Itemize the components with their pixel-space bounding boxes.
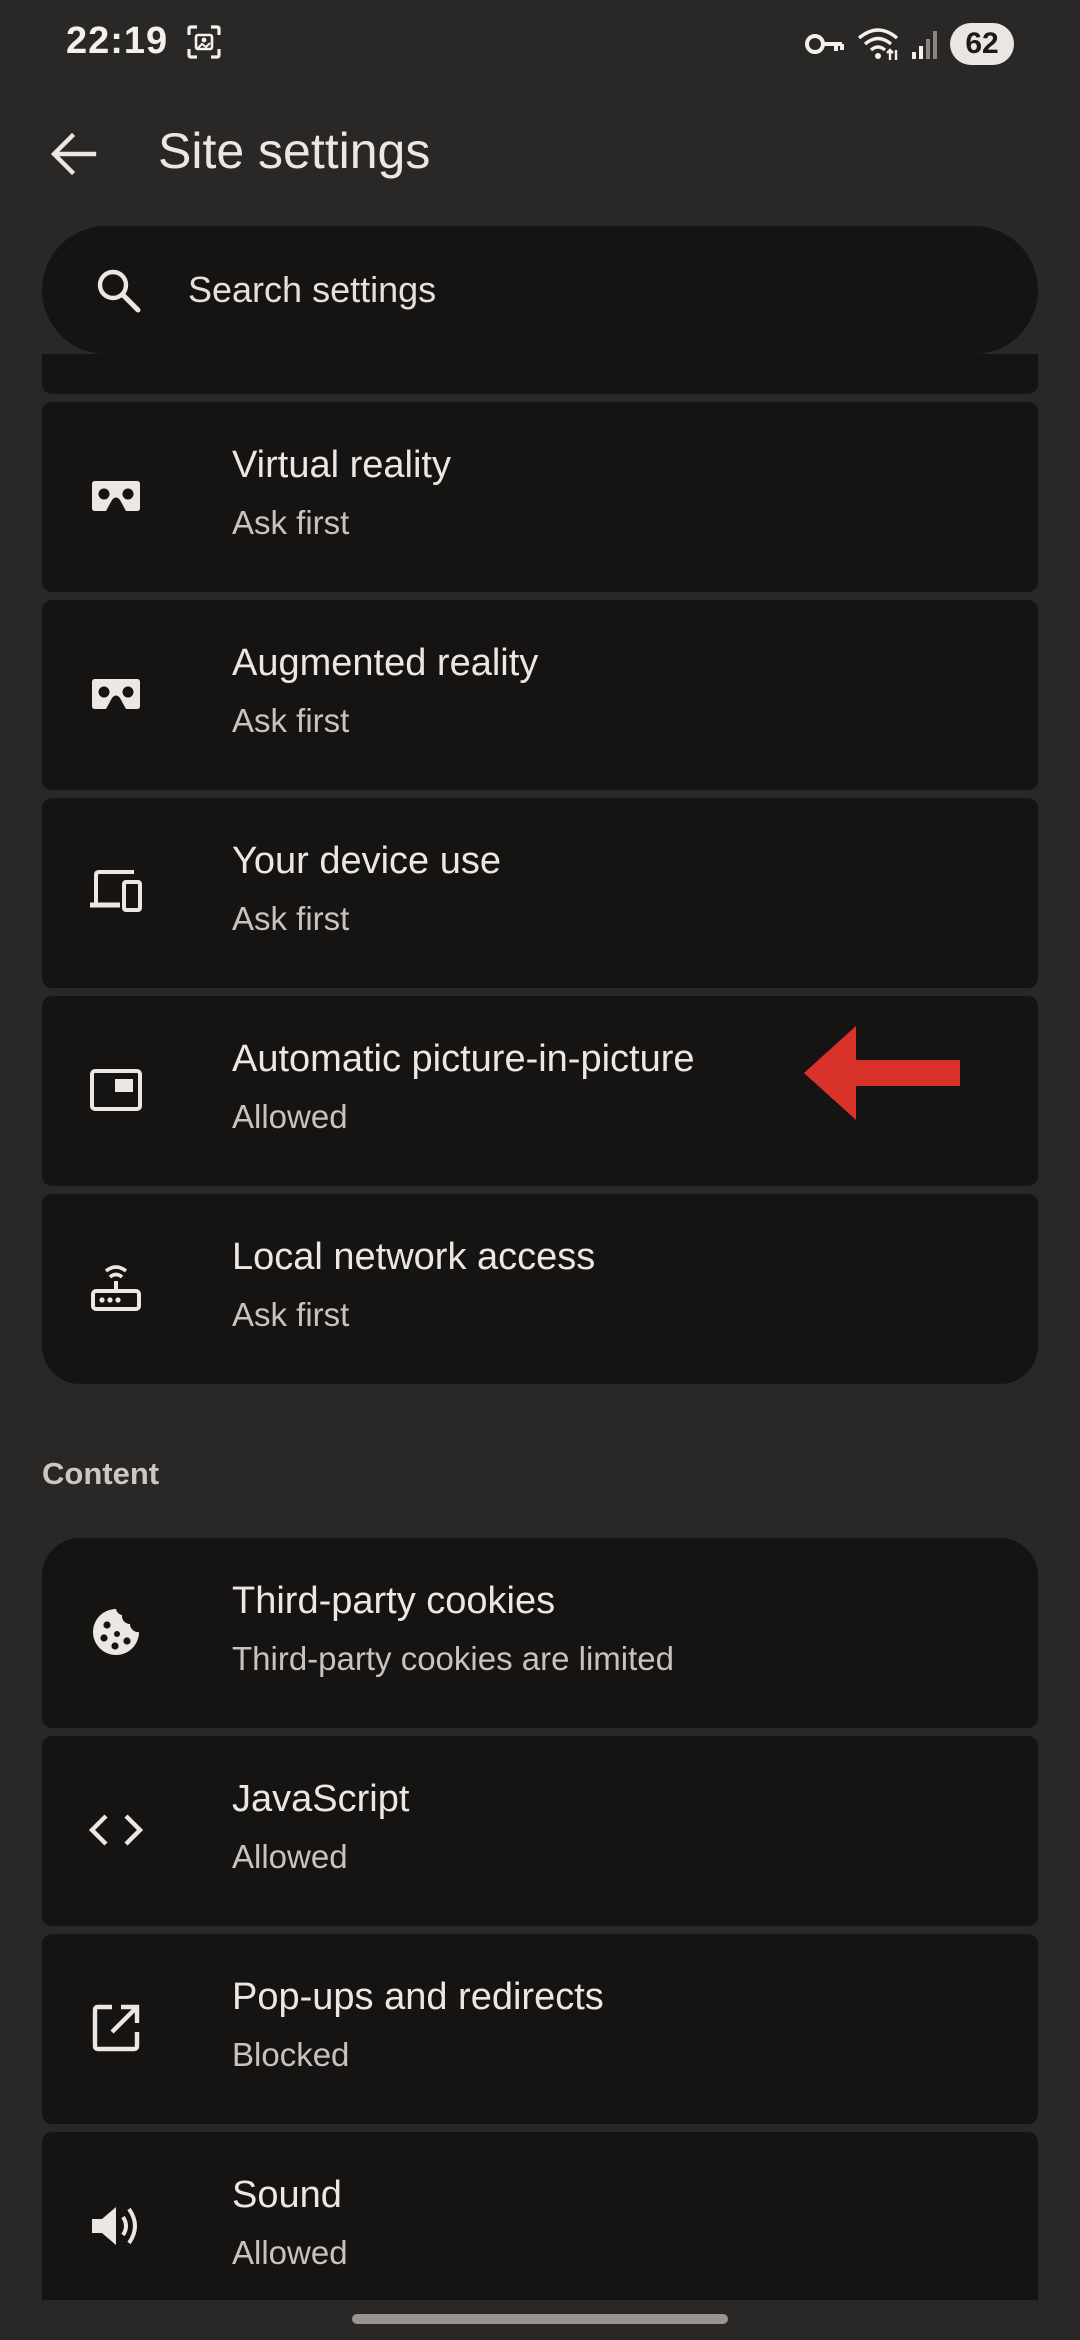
item-title: Pop-ups and redirects: [232, 1976, 604, 2018]
back-button[interactable]: [38, 118, 110, 190]
page-title: Site settings: [158, 123, 431, 179]
item-title: Local network access: [232, 1236, 596, 1278]
settings-list[interactable]: Virtual reality Ask first Augmented real…: [0, 354, 1080, 2300]
item-title: Sound: [232, 2174, 342, 2216]
item-subtitle: Allowed: [232, 1098, 348, 1135]
battery-level: 62: [965, 27, 999, 60]
item-title: Virtual reality: [232, 444, 451, 486]
volume-icon: [92, 2207, 137, 2245]
gesture-nav-handle[interactable]: [352, 2314, 728, 2324]
setting-javascript[interactable]: JavaScript Allowed: [42, 1736, 1038, 1926]
status-time: 22:19: [66, 20, 169, 62]
item-subtitle: Third-party cookies are limited: [232, 1640, 674, 1677]
status-icons: 62: [804, 22, 1014, 66]
cell-signal-icon: [912, 31, 937, 59]
router-icon: [91, 1265, 141, 1311]
battery-icon: 62: [950, 23, 1014, 65]
devices-icon: [90, 870, 142, 912]
item-subtitle: Ask first: [232, 1296, 350, 1333]
item-title: Automatic picture-in-picture: [232, 1038, 695, 1080]
item-subtitle: Ask first: [232, 504, 350, 541]
setting-sound[interactable]: Sound Allowed: [42, 2132, 1038, 2300]
search-bar[interactable]: [42, 226, 1038, 354]
wifi-icon: [857, 28, 899, 60]
app-bar: Site settings: [0, 100, 1080, 210]
setting-virtual-reality[interactable]: Virtual reality Ask first: [42, 402, 1038, 592]
setting-your-device-use[interactable]: Your device use Ask first: [42, 798, 1038, 988]
item-subtitle: Ask first: [232, 900, 350, 937]
ar-headset-icon: [92, 679, 140, 709]
item-subtitle: Allowed: [232, 1838, 348, 1875]
item-title: JavaScript: [232, 1778, 410, 1820]
item-title: Augmented reality: [232, 642, 539, 684]
annotation-arrow-icon: [804, 1026, 960, 1120]
item-title: Third-party cookies: [232, 1580, 556, 1622]
item-subtitle: Blocked: [232, 2036, 350, 2073]
item-subtitle: Allowed: [232, 2234, 348, 2271]
cookie-icon: [93, 1609, 139, 1655]
arrow-back-icon: [50, 132, 97, 176]
section-header-content: Content: [42, 1456, 160, 1491]
item-title: Your device use: [232, 840, 502, 882]
picture-in-picture-icon: [90, 1069, 142, 1111]
search-icon: [97, 269, 141, 313]
screenshot-icon: [187, 25, 221, 59]
item-subtitle: Ask first: [232, 702, 350, 739]
setting-pop-ups-and-redirects[interactable]: Pop-ups and redirects Blocked: [42, 1934, 1038, 2124]
vr-headset-icon: [92, 481, 140, 511]
list-item-partial[interactable]: [42, 354, 1038, 394]
setting-local-network-access[interactable]: Local network access Ask first: [42, 1194, 1038, 1384]
search-input[interactable]: [188, 226, 988, 354]
setting-augmented-reality[interactable]: Augmented reality Ask first: [42, 600, 1038, 790]
setting-third-party-cookies[interactable]: Third-party cookies Third-party cookies …: [42, 1538, 1038, 1728]
status-bar: 22:19 62: [0, 0, 1080, 88]
code-icon: [88, 1814, 144, 1846]
open-in-new-icon: [92, 2004, 140, 2052]
vpn-key-icon: [805, 34, 844, 54]
